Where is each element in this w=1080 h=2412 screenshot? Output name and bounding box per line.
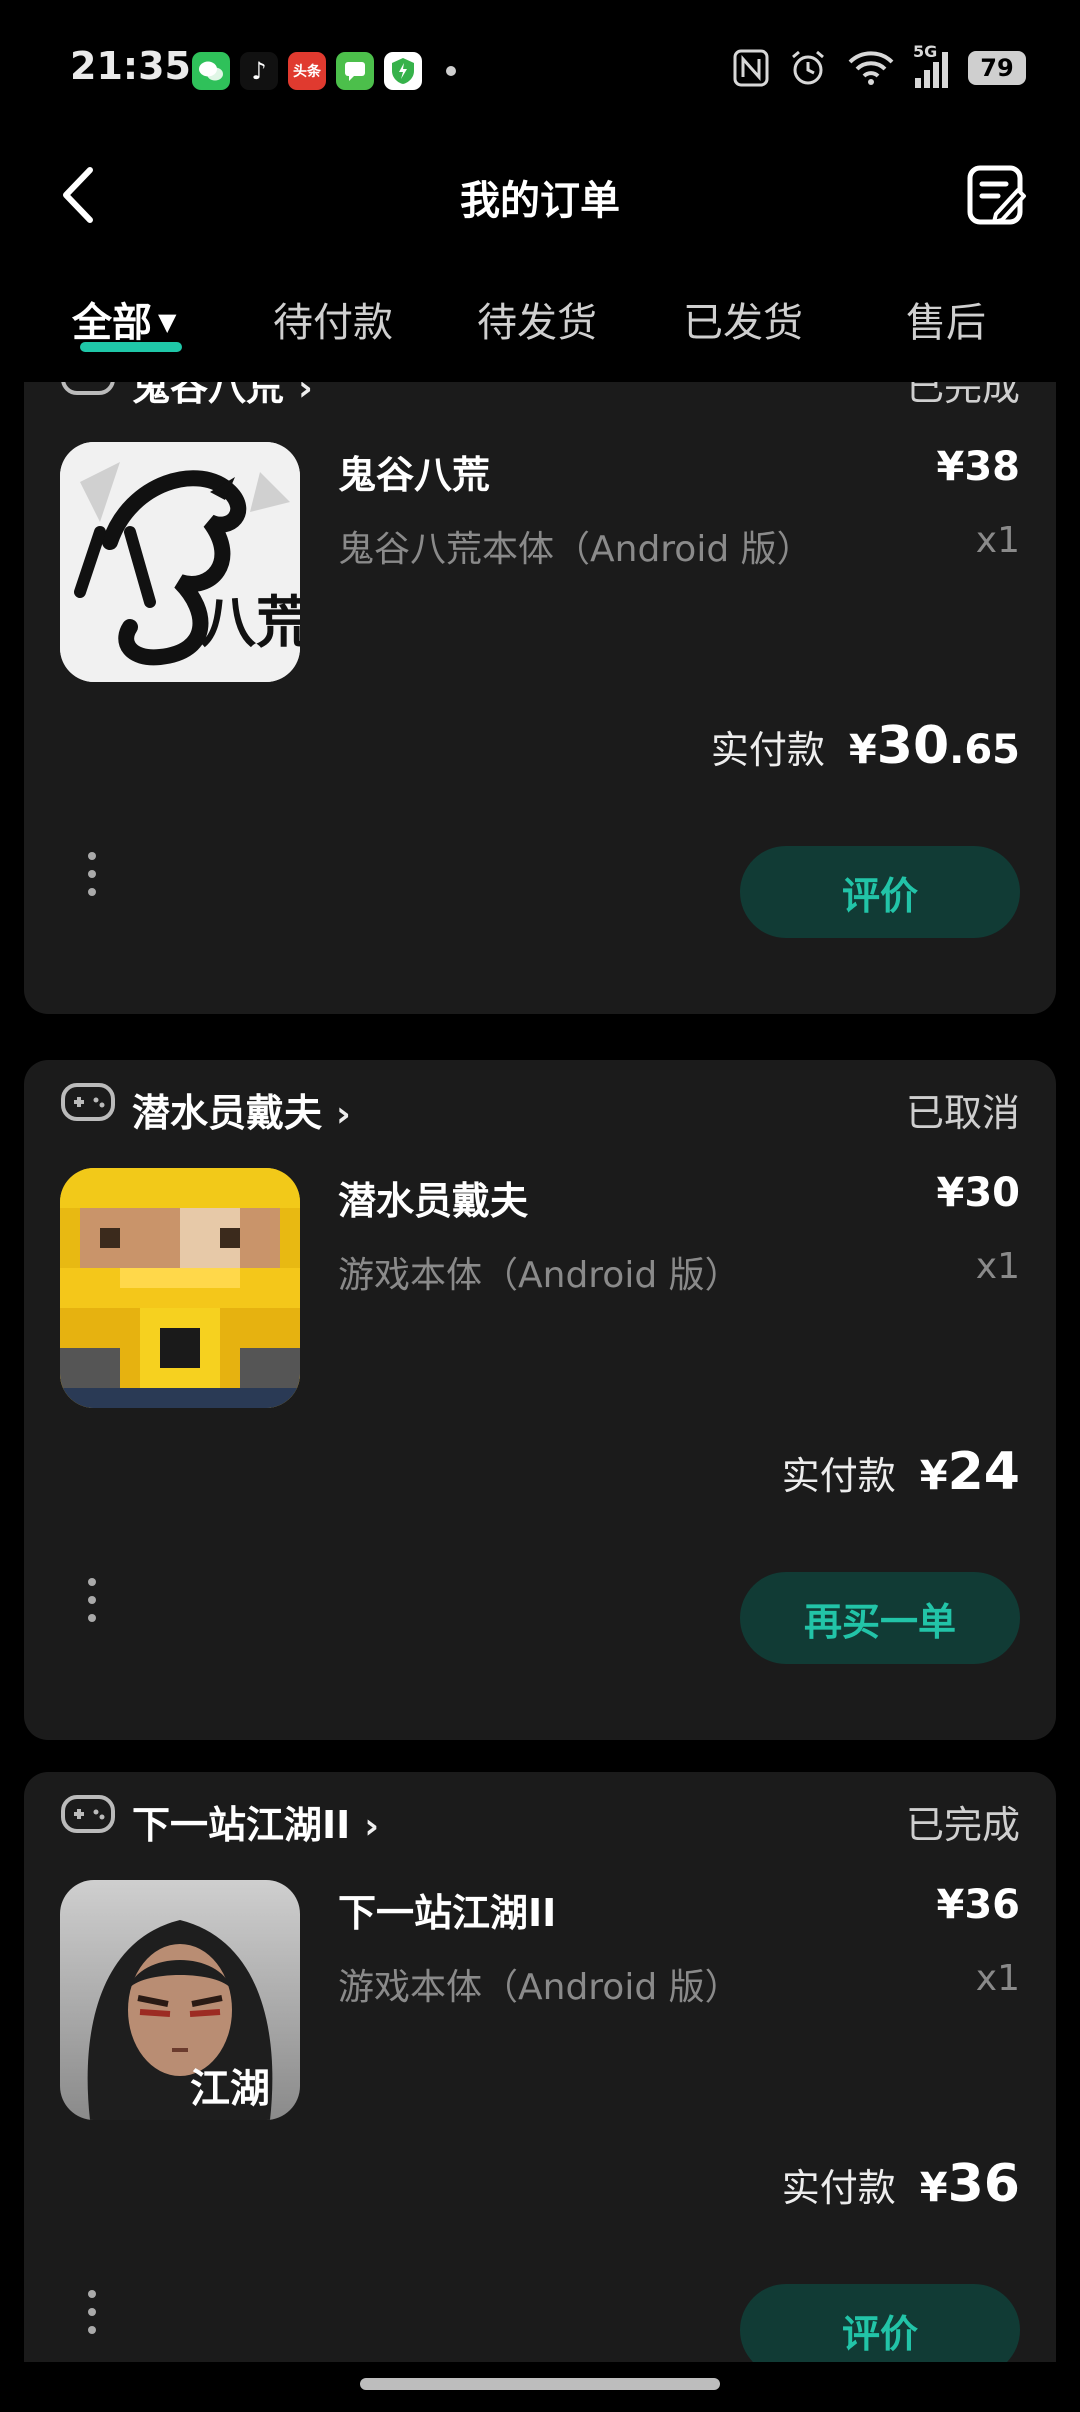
- product-price: ¥38: [936, 444, 1021, 490]
- order-card-header: 下一站江湖II › 已完成: [60, 1772, 1020, 1852]
- paid-integer: 24: [947, 1442, 1020, 1502]
- home-indicator[interactable]: [360, 2378, 720, 2390]
- battery-icon: 79: [968, 51, 1026, 85]
- product-price: ¥36: [936, 1882, 1021, 1928]
- tab-after-sales[interactable]: 售后: [906, 290, 986, 348]
- wifi-icon: [848, 51, 894, 85]
- status-bar: 21:35 ♪ 头条 5G 79: [0, 0, 1080, 140]
- order-card[interactable]: 潜水员戴夫 › 已取消 潜水员戴夫 ¥30 游戏本体（Android 版） x1…: [24, 1060, 1056, 1740]
- paid-label: 实付款: [781, 1454, 896, 1498]
- paid-integer: 36: [947, 2154, 1020, 2214]
- product-title: 下一站江湖II: [338, 1891, 557, 1935]
- order-list: 鬼谷八荒 › 已完成 八荒 鬼谷八荒 ¥38 鬼谷八荒本体（Android 版） …: [0, 382, 1080, 2362]
- header: 我的订单: [0, 140, 1080, 250]
- status-time: 21:35: [70, 44, 191, 88]
- more-options-button[interactable]: [88, 852, 96, 906]
- tab-all-label: 全部: [72, 300, 152, 346]
- paid-currency: ¥: [919, 1453, 948, 1499]
- product-quantity: x1: [975, 1958, 1020, 1999]
- product-thumbnail[interactable]: 江湖: [60, 1880, 300, 2120]
- product-thumbnail[interactable]: [60, 1168, 300, 1408]
- product-quantity: x1: [975, 1246, 1020, 1287]
- paid-currency: ¥: [919, 2165, 948, 2211]
- cover-calligraphy: 八荒: [200, 591, 300, 656]
- toutiao-icon-label: 头条: [293, 64, 321, 80]
- review-button[interactable]: 评价: [740, 2284, 1020, 2362]
- tab-pending-payment[interactable]: 待付款: [273, 290, 393, 348]
- toutiao-icon: 头条: [288, 52, 326, 90]
- product-variant: 鬼谷八荒本体（Android 版）: [338, 529, 813, 570]
- paid-label: 实付款: [710, 728, 825, 772]
- order-card[interactable]: 鬼谷八荒 › 已完成 八荒 鬼谷八荒 ¥38 鬼谷八荒本体（Android 版） …: [24, 382, 1056, 1014]
- paid-amount: ¥36: [920, 2154, 1020, 2214]
- more-notifications-dot: [446, 66, 456, 76]
- buy-again-button[interactable]: 再买一单: [740, 1572, 1020, 1664]
- paid-currency: ¥: [848, 727, 877, 773]
- page-title: 我的订单: [460, 178, 620, 224]
- system-icons: 5G 79: [733, 42, 1026, 88]
- caret-down-icon: ▼: [158, 308, 177, 336]
- order-status: 已完成: [905, 382, 1020, 409]
- order-card-header: 潜水员戴夫 › 已取消: [60, 1060, 1020, 1140]
- game-store-link[interactable]: 潜水员戴夫 ›: [132, 1082, 351, 1137]
- paid-amount: ¥30.65: [849, 716, 1020, 776]
- tab-shipped[interactable]: 已发货: [683, 290, 803, 348]
- notification-icons: ♪ 头条: [192, 52, 456, 90]
- gamepad-icon: [61, 1083, 115, 1121]
- cover-calligraphy: 江湖: [190, 2066, 270, 2112]
- chevron-right-icon: ›: [336, 1094, 351, 1135]
- product-variant: 游戏本体（Android 版）: [338, 1255, 741, 1296]
- paid-amount-row: 实付款 ¥30.65: [711, 716, 1020, 776]
- paid-amount-row: 实付款 ¥36: [782, 2154, 1020, 2214]
- battery-level: 79: [980, 54, 1014, 82]
- more-options-button[interactable]: [88, 2290, 96, 2344]
- review-button[interactable]: 评价: [740, 846, 1020, 938]
- order-card[interactable]: 下一站江湖II › 已完成 江湖 下一站江湖II ¥36 游戏本体（Android…: [24, 1772, 1056, 2362]
- chevron-right-icon: ›: [298, 382, 313, 409]
- messages-icon: [336, 52, 374, 90]
- product-title: 鬼谷八荒: [338, 453, 491, 497]
- game-store-link[interactable]: 鬼谷八荒 ›: [132, 382, 313, 411]
- product-variant: 游戏本体（Android 版）: [338, 1967, 741, 2008]
- alarm-icon: [792, 50, 824, 85]
- active-tab-indicator: [80, 342, 182, 352]
- edit-list-icon: [967, 165, 1026, 225]
- paid-integer: 30: [876, 716, 950, 776]
- guigu-bahuang-cover: 八荒: [60, 442, 300, 682]
- security-icon: [384, 52, 422, 90]
- edit-orders-button[interactable]: [966, 164, 1028, 226]
- wechat-icon: [192, 52, 230, 90]
- product-title: 潜水员戴夫: [338, 1179, 529, 1223]
- paid-label: 实付款: [781, 2166, 896, 2210]
- cellular-signal-icon: 5G: [913, 42, 948, 88]
- product-quantity: x1: [975, 520, 1020, 561]
- tab-all[interactable]: 全部 ▼: [72, 290, 176, 348]
- nfc-icon: [733, 49, 769, 87]
- paid-decimal: .65: [949, 727, 1020, 773]
- game-name: 鬼谷八荒: [132, 382, 285, 409]
- order-card-header: 鬼谷八荒 › 已完成: [60, 382, 1020, 414]
- game-name: 下一站江湖II: [132, 1803, 351, 1847]
- tiktok-icon: ♪: [240, 52, 278, 90]
- paid-amount: ¥24: [920, 1442, 1020, 1502]
- product-price: ¥30: [936, 1170, 1021, 1216]
- network-type: 5G: [913, 42, 938, 61]
- order-status: 已取消: [905, 1091, 1020, 1135]
- more-options-button[interactable]: [88, 1578, 96, 1632]
- tab-pending-shipment[interactable]: 待发货: [477, 290, 597, 348]
- game-name: 潜水员戴夫: [132, 1091, 323, 1135]
- gamepad-icon: [61, 382, 115, 395]
- paid-amount-row: 实付款 ¥24: [782, 1442, 1020, 1502]
- tiktok-icon-glyph: ♪: [251, 57, 267, 85]
- product-thumbnail[interactable]: 八荒: [60, 442, 300, 682]
- jianghu-cover: 江湖: [60, 1880, 300, 2120]
- chevron-right-icon: ›: [364, 1806, 380, 1847]
- game-store-link[interactable]: 下一站江湖II ›: [132, 1794, 379, 1849]
- order-tabs: 全部 ▼ 待付款 待发货 已发货 售后: [0, 290, 1080, 370]
- order-status: 已完成: [905, 1803, 1020, 1847]
- gamepad-icon: [61, 1795, 115, 1833]
- dave-the-diver-cover: [60, 1168, 300, 1408]
